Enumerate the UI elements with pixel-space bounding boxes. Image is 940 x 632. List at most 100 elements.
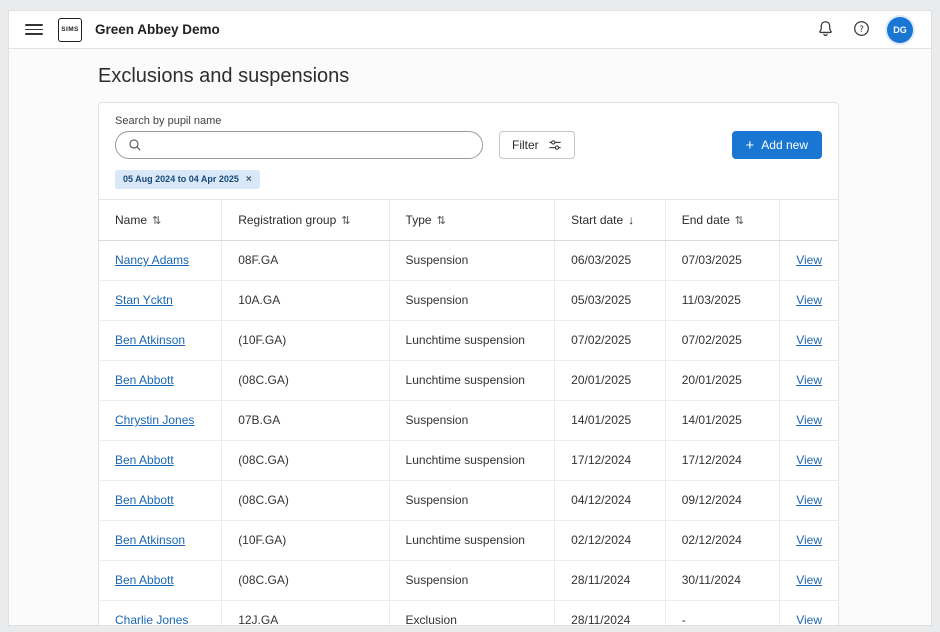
registration-group-cell: (10F.GA) <box>222 320 389 360</box>
column-header-end-date[interactable]: End date ⇅ <box>665 199 779 240</box>
view-link[interactable]: View <box>796 533 822 547</box>
registration-group-cell: 12J.GA <box>222 600 389 625</box>
page-title: Exclusions and suspensions <box>98 65 931 88</box>
sort-icon[interactable]: ⇅ <box>152 215 161 227</box>
topbar-actions: ? DG <box>815 17 917 43</box>
table-row: Charlie Jones12J.GAExclusion28/11/2024-V… <box>99 600 838 625</box>
pupil-name-link[interactable]: Ben Abbott <box>115 493 174 507</box>
view-link[interactable]: View <box>796 493 822 507</box>
end-date-cell: 30/11/2024 <box>665 560 779 600</box>
help-button[interactable]: ? <box>851 18 872 42</box>
pupil-name-cell: Chrystin Jones <box>99 400 222 440</box>
end-date-cell: 20/01/2025 <box>665 360 779 400</box>
table-row: Nancy Adams08F.GASuspension06/03/202507/… <box>99 240 838 280</box>
pupil-name-link[interactable]: Ben Abbott <box>115 373 174 387</box>
filter-icon <box>548 138 562 152</box>
pupil-name-link[interactable]: Ben Atkinson <box>115 533 185 547</box>
view-link[interactable]: View <box>796 613 822 625</box>
view-link[interactable]: View <box>796 573 822 587</box>
table-body: Nancy Adams08F.GASuspension06/03/202507/… <box>99 240 838 625</box>
column-label: Type <box>406 213 432 227</box>
end-date-cell: 14/01/2025 <box>665 400 779 440</box>
table-row: Ben Abbott(08C.GA)Lunchtime suspension20… <box>99 360 838 400</box>
view-cell: View <box>780 600 838 625</box>
sims-logo: SIMS <box>58 18 82 42</box>
filter-button[interactable]: Filter <box>499 131 575 159</box>
column-header-name[interactable]: Name ⇅ <box>99 199 222 240</box>
table-row: Chrystin Jones07B.GASuspension14/01/2025… <box>99 400 838 440</box>
view-cell: View <box>780 440 838 480</box>
active-filters-row: 05 Aug 2024 to 04 Apr 2025 × <box>115 169 822 189</box>
registration-group-cell: (10F.GA) <box>222 520 389 560</box>
view-cell: View <box>780 480 838 520</box>
controls-row: Filter + Add new <box>115 131 822 159</box>
pupil-name-cell: Nancy Adams <box>99 240 222 280</box>
sort-icon[interactable]: ⇅ <box>735 215 744 227</box>
start-date-cell: 14/01/2025 <box>555 400 666 440</box>
search-input-wrap <box>115 131 483 159</box>
card-controls: Search by pupil name Filter <box>99 103 838 189</box>
avatar[interactable]: DG <box>887 17 913 43</box>
table-row: Stan Ycktn10A.GASuspension05/03/202511/0… <box>99 280 838 320</box>
pupil-name-link[interactable]: Stan Ycktn <box>115 293 173 307</box>
view-link[interactable]: View <box>796 293 822 307</box>
pupil-name-link[interactable]: Chrystin Jones <box>115 413 194 427</box>
registration-group-cell: (08C.GA) <box>222 480 389 520</box>
column-header-type[interactable]: Type ⇅ <box>389 199 555 240</box>
pupil-name-link[interactable]: Ben Abbott <box>115 573 174 587</box>
pupil-name-link[interactable]: Charlie Jones <box>115 613 188 625</box>
type-cell: Exclusion <box>389 600 555 625</box>
view-cell: View <box>780 400 838 440</box>
type-cell: Lunchtime suspension <box>389 520 555 560</box>
sort-desc-icon[interactable]: ↓ <box>628 213 634 227</box>
table-row: Ben Abbott(08C.GA)Suspension04/12/202409… <box>99 480 838 520</box>
pupil-name-cell: Ben Abbott <box>99 480 222 520</box>
filter-button-label: Filter <box>512 138 539 152</box>
view-cell: View <box>780 360 838 400</box>
notifications-button[interactable] <box>815 18 836 42</box>
start-date-cell: 07/02/2025 <box>555 320 666 360</box>
add-new-button[interactable]: + Add new <box>732 131 822 159</box>
registration-group-cell: 08F.GA <box>222 240 389 280</box>
view-link[interactable]: View <box>796 373 822 387</box>
column-label: Name <box>115 213 147 227</box>
exclusions-table: Name⇅Registration group⇅Type⇅Start date↓… <box>99 199 838 626</box>
registration-group-cell: 10A.GA <box>222 280 389 320</box>
type-cell: Suspension <box>389 240 555 280</box>
column-header-start-date[interactable]: Start date ↓ <box>555 199 666 240</box>
view-link[interactable]: View <box>796 253 822 267</box>
sort-icon[interactable]: ⇅ <box>341 215 350 227</box>
end-date-cell: 07/02/2025 <box>665 320 779 360</box>
type-cell: Suspension <box>389 560 555 600</box>
app-window: SIMS Green Abbey Demo ? DG Exclusions an… <box>8 10 932 626</box>
type-cell: Suspension <box>389 480 555 520</box>
chip-close-icon[interactable]: × <box>246 174 252 185</box>
date-filter-chip[interactable]: 05 Aug 2024 to 04 Apr 2025 × <box>115 170 260 189</box>
start-date-cell: 06/03/2025 <box>555 240 666 280</box>
sort-icon[interactable]: ⇅ <box>437 215 446 227</box>
column-label: Start date <box>571 213 623 227</box>
start-date-cell: 17/12/2024 <box>555 440 666 480</box>
search-input[interactable] <box>149 137 470 153</box>
type-cell: Lunchtime suspension <box>389 320 555 360</box>
pupil-name-link[interactable]: Ben Atkinson <box>115 333 185 347</box>
view-link[interactable]: View <box>796 333 822 347</box>
table-header: Name⇅Registration group⇅Type⇅Start date↓… <box>99 199 838 240</box>
type-cell: Suspension <box>389 280 555 320</box>
exclusions-card: Search by pupil name Filter <box>98 102 839 625</box>
pupil-name-link[interactable]: Nancy Adams <box>115 253 189 267</box>
end-date-cell: 02/12/2024 <box>665 520 779 560</box>
pupil-name-cell: Ben Atkinson <box>99 320 222 360</box>
view-link[interactable]: View <box>796 413 822 427</box>
column-label: End date <box>682 213 730 227</box>
pupil-name-link[interactable]: Ben Abbott <box>115 453 174 467</box>
start-date-cell: 28/11/2024 <box>555 600 666 625</box>
end-date-cell: 17/12/2024 <box>665 440 779 480</box>
pupil-name-cell: Ben Abbott <box>99 440 222 480</box>
date-filter-chip-label: 05 Aug 2024 to 04 Apr 2025 <box>123 174 239 184</box>
table-header-row: Name⇅Registration group⇅Type⇅Start date↓… <box>99 199 838 240</box>
pupil-name-cell: Ben Abbott <box>99 360 222 400</box>
view-link[interactable]: View <box>796 453 822 467</box>
menu-button[interactable] <box>23 19 45 41</box>
column-header-registration-group[interactable]: Registration group⇅ <box>222 199 389 240</box>
